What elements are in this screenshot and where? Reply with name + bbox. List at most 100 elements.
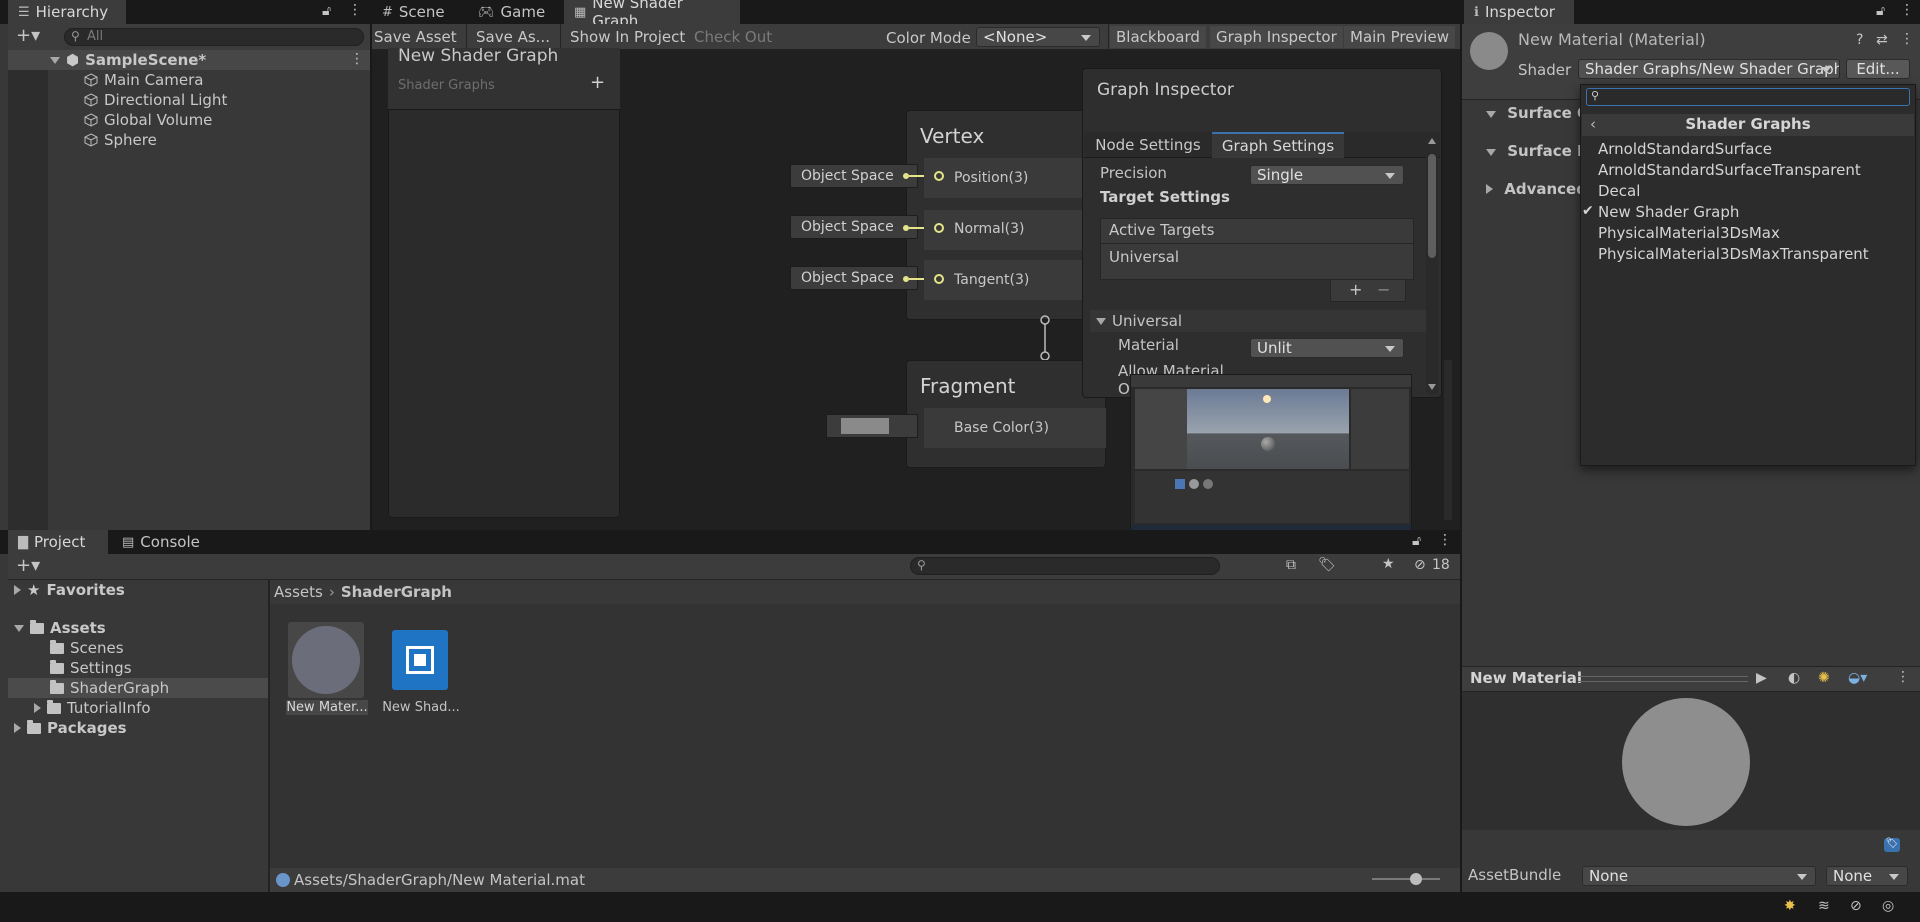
- shader-menu-item[interactable]: ArnoldStandardSurface: [1598, 140, 1772, 158]
- shader-menu-search-input[interactable]: ⚲: [1586, 88, 1910, 106]
- filter-by-label-icon[interactable]: 🏷︎: [1318, 557, 1336, 573]
- center-scrollbar[interactable]: [1444, 360, 1452, 520]
- light-icon[interactable]: ✺: [1818, 670, 1830, 686]
- tab-hierarchy[interactable]: ☰ Hierarchy: [8, 0, 126, 24]
- add-icon[interactable]: +▾: [16, 25, 40, 46]
- check-out-button[interactable]: Check Out: [688, 26, 778, 48]
- tab-hierarchy-label: Hierarchy: [35, 3, 109, 21]
- asset-tile-shader-graph[interactable]: New Shad...: [380, 620, 462, 720]
- hierarchy-item[interactable]: Directional Light: [84, 90, 227, 110]
- preview-drag-handle[interactable]: [1578, 676, 1748, 682]
- shader-edit-button[interactable]: Edit...: [1846, 59, 1910, 79]
- favorites-star-icon[interactable]: ★: [1382, 556, 1395, 572]
- hierarchy-search-input[interactable]: ⚲ All: [64, 28, 364, 46]
- precision-dropdown[interactable]: Single: [1250, 165, 1404, 185]
- blackboard-add-button[interactable]: +: [590, 72, 605, 93]
- blackboard-toggle-button[interactable]: Blackboard: [1110, 26, 1206, 48]
- tab-console[interactable]: ▤ Console: [112, 530, 212, 554]
- tab-shader-graph[interactable]: ▦ New Shader Graph: [564, 0, 740, 30]
- universal-section-header[interactable]: Universal: [1090, 310, 1426, 332]
- hierarchy-item[interactable]: Sphere: [84, 130, 157, 150]
- scene-row[interactable]: ⬢ SampleScene*: [50, 50, 206, 70]
- tab-node-settings[interactable]: Node Settings: [1084, 132, 1212, 158]
- play-icon[interactable]: ▶: [1756, 670, 1767, 686]
- asset-bundle-dropdown[interactable]: None: [1582, 866, 1816, 886]
- save-asset-button[interactable]: Save Asset: [368, 26, 463, 48]
- kebab-menu-icon[interactable]: ⋮: [1900, 2, 1914, 18]
- add-icon[interactable]: +▾: [16, 555, 40, 576]
- lock-icon[interactable]: 🔓︎: [1876, 3, 1885, 19]
- base-color-swatch-input[interactable]: [826, 414, 918, 438]
- network-off-icon[interactable]: ⊘: [1850, 898, 1862, 914]
- folder-row[interactable]: TutorialInfo: [34, 698, 151, 718]
- color-mode-dropdown[interactable]: <None>: [976, 27, 1100, 47]
- shader-menu-item[interactable]: Decal: [1598, 182, 1640, 200]
- bug-icon[interactable]: ✸: [1784, 898, 1796, 914]
- lock-icon[interactable]: 🔓︎: [322, 3, 331, 19]
- search-by-type-icon[interactable]: ⧉: [1286, 557, 1296, 573]
- active-target-item[interactable]: Universal: [1109, 248, 1179, 266]
- assets-row[interactable]: Assets: [14, 618, 106, 638]
- breadcrumb-current[interactable]: ShaderGraph: [341, 583, 452, 601]
- shader-dropdown[interactable]: Shader Graphs/New Shader Graph: [1578, 59, 1840, 79]
- section-row[interactable]: Surface In: [1486, 142, 1593, 160]
- material-type-dropdown[interactable]: Unlit: [1250, 338, 1404, 358]
- expand-triangle-icon[interactable]: [34, 703, 41, 713]
- graph-inspector-toggle-button[interactable]: Graph Inspector: [1210, 26, 1343, 48]
- main-preview-toggle-button[interactable]: Main Preview: [1344, 26, 1455, 48]
- hierarchy-item[interactable]: Main Camera: [84, 70, 203, 90]
- scrollbar-thumb[interactable]: [1428, 154, 1436, 258]
- preview-shape-dropdown-icon[interactable]: ◒▾: [1848, 670, 1867, 686]
- folder-row[interactable]: ShaderGraph: [50, 678, 169, 698]
- favorites-row[interactable]: ★ Favorites: [14, 580, 125, 600]
- kebab-menu-icon[interactable]: ⋮: [1900, 31, 1914, 47]
- folder-row[interactable]: Settings: [50, 658, 132, 678]
- graph-inspector-scrollbar[interactable]: [1426, 136, 1438, 394]
- expand-triangle-icon[interactable]: [14, 624, 24, 632]
- kebab-menu-icon[interactable]: ⋮: [348, 2, 362, 18]
- scroll-down-arrow-icon[interactable]: [1428, 384, 1436, 390]
- tab-scene[interactable]: # Scene: [372, 0, 452, 24]
- icon-size-slider[interactable]: [1372, 873, 1440, 885]
- breadcrumb-root[interactable]: Assets: [274, 583, 323, 601]
- expand-triangle-icon[interactable]: [50, 56, 60, 64]
- kebab-menu-icon[interactable]: ⋮: [1438, 532, 1452, 548]
- shader-menu-item[interactable]: PhysicalMaterial3DsMaxTransparent: [1598, 245, 1869, 263]
- expand-triangle-icon[interactable]: [14, 585, 21, 595]
- folder-row[interactable]: Scenes: [50, 638, 124, 658]
- active-targets-header: Active Targets: [1109, 221, 1215, 239]
- section-row[interactable]: Surface O: [1486, 104, 1590, 122]
- hidden-packages-icon[interactable]: ⊘: [1414, 557, 1426, 573]
- layers-icon[interactable]: ≋: [1818, 898, 1830, 914]
- asset-bundle-variant-dropdown[interactable]: None: [1826, 866, 1908, 886]
- kebab-menu-icon[interactable]: ⋮: [1896, 669, 1910, 685]
- save-as-button[interactable]: Save As...: [470, 26, 556, 48]
- lock-icon[interactable]: 🔓︎: [1412, 533, 1421, 549]
- shader-menu-item[interactable]: ArnoldStandardSurfaceTransparent: [1598, 161, 1861, 179]
- tab-project[interactable]: ▇ Project: [8, 530, 108, 554]
- preset-icon[interactable]: ⇄: [1876, 32, 1888, 48]
- scroll-up-arrow-icon[interactable]: [1428, 138, 1436, 144]
- help-icon[interactable]: ?: [1856, 32, 1863, 48]
- shader-menu-item-selected[interactable]: New Shader Graph: [1598, 203, 1739, 221]
- remove-target-button[interactable]: −: [1377, 280, 1390, 299]
- asset-label-icon[interactable]: 🏷︎: [1884, 838, 1900, 852]
- hierarchy-item[interactable]: Global Volume: [84, 110, 212, 130]
- add-target-button[interactable]: +: [1349, 280, 1362, 299]
- project-search-input[interactable]: ⚲: [910, 557, 1220, 575]
- tab-inspector[interactable]: ℹ Inspector: [1464, 0, 1574, 24]
- progress-check-icon[interactable]: ◎: [1882, 898, 1894, 914]
- packages-row[interactable]: Packages: [14, 718, 127, 738]
- preview-mesh-icon[interactable]: ◐: [1788, 670, 1800, 686]
- section-row[interactable]: Advanced: [1486, 180, 1587, 198]
- scene-kebab-icon[interactable]: ⋮: [350, 51, 364, 67]
- tab-graph-settings[interactable]: Graph Settings: [1212, 132, 1344, 158]
- expand-triangle-icon[interactable]: [14, 723, 21, 733]
- tab-game[interactable]: 🎮︎ Game: [468, 0, 548, 24]
- tab-console-label: Console: [140, 533, 200, 551]
- shader-menu-item[interactable]: PhysicalMaterial3DsMax: [1598, 224, 1780, 242]
- main-preview-panel[interactable]: [1130, 374, 1412, 535]
- show-in-project-button[interactable]: Show In Project: [564, 26, 691, 48]
- slider-thumb[interactable]: [1410, 873, 1422, 885]
- asset-tile-material[interactable]: New Mater...: [286, 620, 368, 720]
